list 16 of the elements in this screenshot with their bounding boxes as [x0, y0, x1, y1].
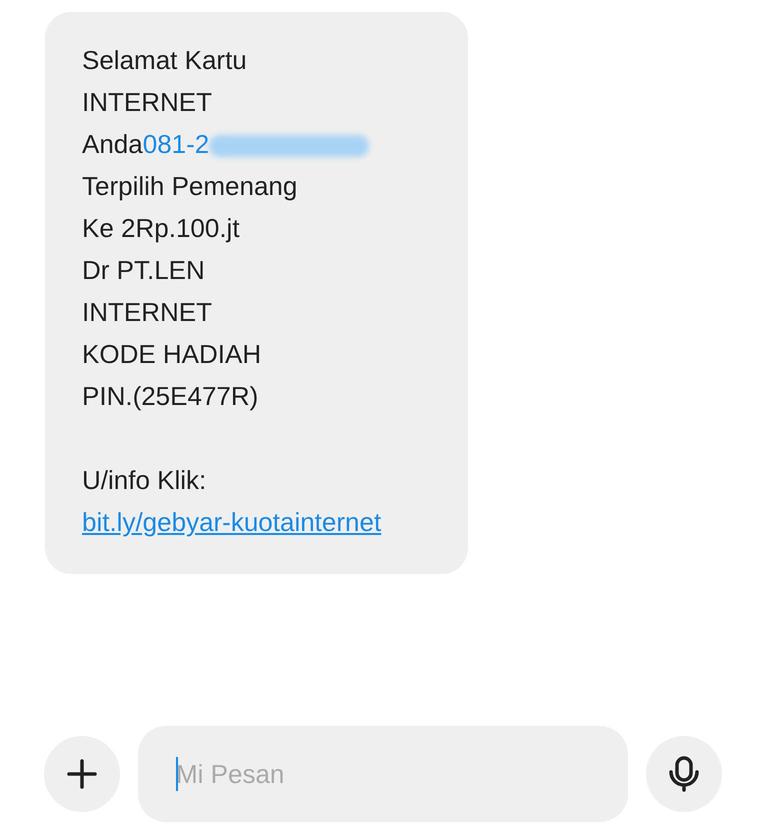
microphone-icon: [667, 756, 701, 792]
text-cursor: [176, 757, 178, 791]
message-text: Dr PT.LEN: [82, 255, 205, 285]
message-text: Anda: [82, 129, 143, 159]
message-text: Selamat Kartu: [82, 45, 247, 75]
message-link[interactable]: bit.ly/gebyar-kuotainternet: [82, 507, 382, 537]
message-text: Ke 2Rp.100.jt: [82, 213, 240, 243]
message-text: U/info Klik:: [82, 465, 206, 495]
message-text: PIN.(25E477R): [82, 381, 258, 411]
message-text: Terpilih Pemenang: [82, 171, 298, 201]
plus-icon: [66, 758, 98, 790]
message-text: INTERNET: [82, 297, 212, 327]
phone-link[interactable]: 081-2: [142, 129, 210, 159]
message-text: KODE HADIAH: [82, 339, 262, 369]
message-text: INTERNET: [82, 87, 212, 117]
message-field[interactable]: Mi Pesan: [138, 726, 628, 822]
